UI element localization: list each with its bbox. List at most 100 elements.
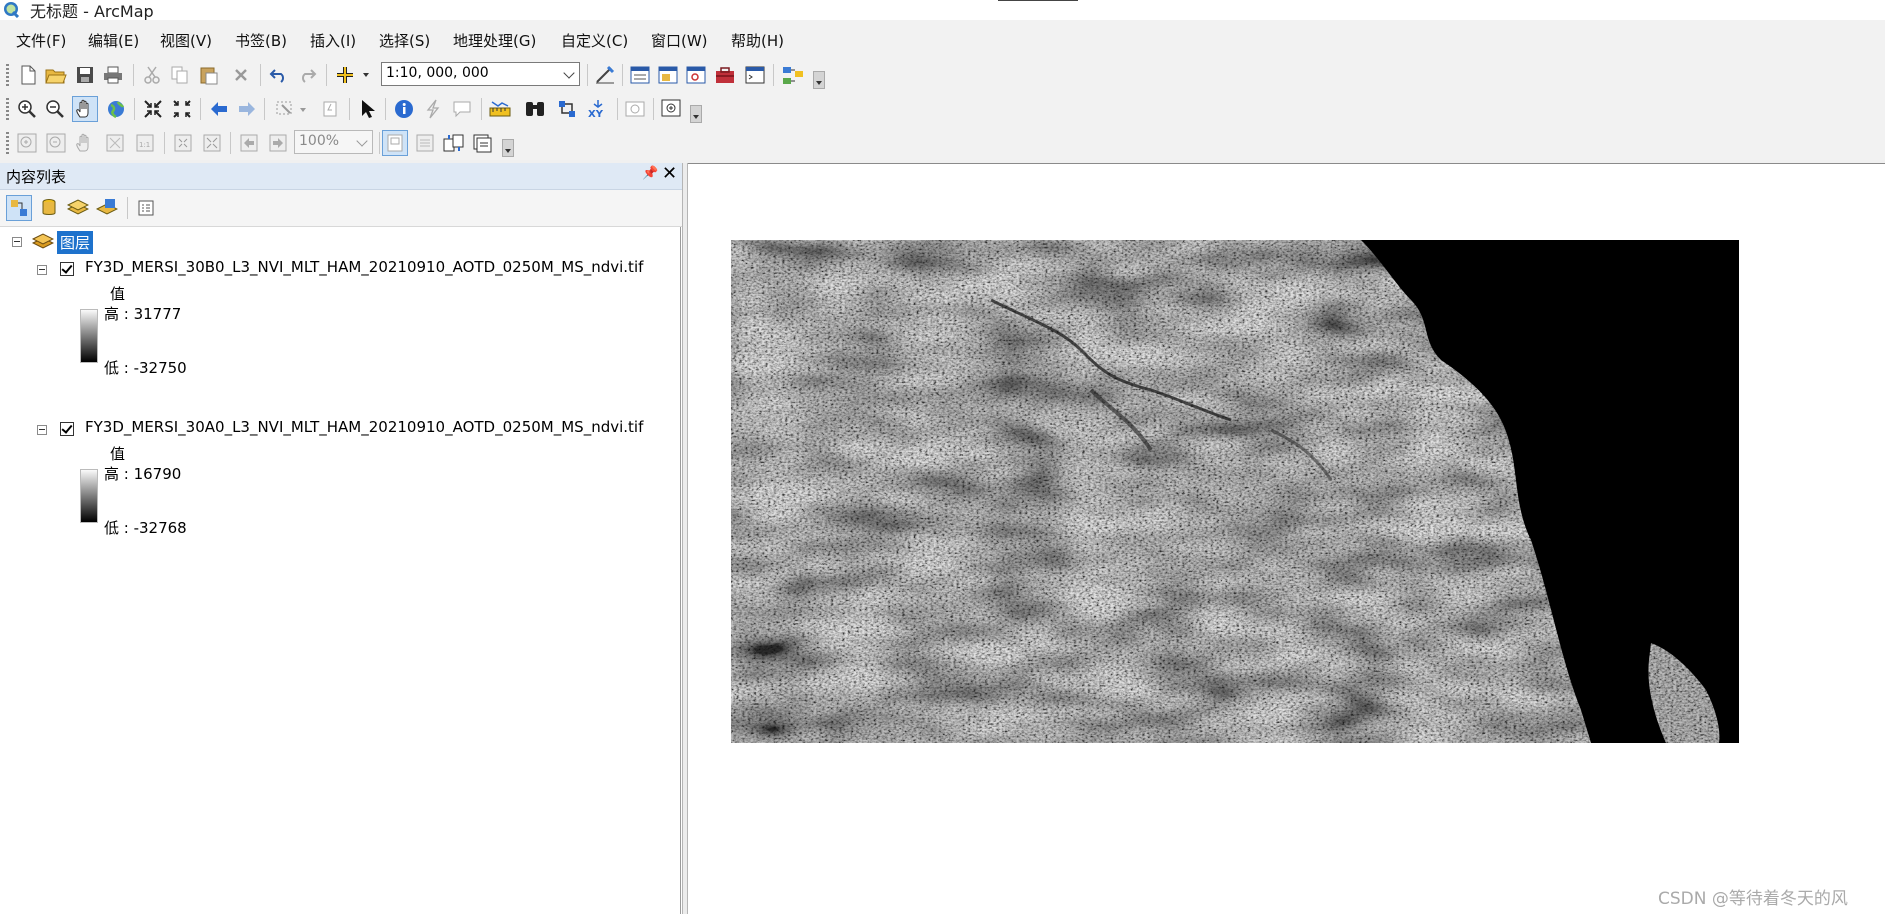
map-display[interactable] [688,163,1885,914]
cut-icon[interactable] [139,62,165,88]
chevron-down-icon[interactable] [563,67,575,79]
select-elements-icon[interactable] [355,96,381,122]
layer-visibility-checkbox[interactable] [60,262,74,276]
zoom-out-icon[interactable] [42,96,68,122]
fixed-zoom-in-layout-icon[interactable] [170,130,196,156]
menu-bookmarks[interactable]: 书签(B) [235,30,287,51]
html-popup-icon[interactable] [449,96,475,122]
open-folder-icon[interactable] [43,62,69,88]
list-by-selection-icon[interactable] [94,195,120,221]
create-viewer-window-icon[interactable] [659,96,685,122]
data-driven-pages-icon[interactable] [470,130,496,156]
focus-data-frame-icon[interactable] [412,130,438,156]
legend-color-ramp [80,469,98,523]
layers-root-label[interactable]: 图层 [57,231,94,254]
layer-name[interactable]: FY3D_MERSI_30A0_L3_NVI_MLT_HAM_20210910_… [85,418,643,436]
separator [653,98,654,120]
list-by-visibility-icon[interactable] [65,195,91,221]
svg-text:XY: XY [588,109,604,119]
list-by-drawing-order-icon[interactable] [6,195,32,221]
full-extent-globe-icon[interactable] [103,96,129,122]
toc-toolbar [0,190,682,227]
pan-hand-icon[interactable] [72,96,98,122]
arctoolbox-icon[interactable] [712,62,738,88]
menu-geoprocessing[interactable]: 地理处理(G) [453,30,536,51]
toolbar-grip[interactable] [6,64,9,86]
copy-icon[interactable] [167,62,193,88]
zoom-100-icon[interactable]: 1:1 [132,130,158,156]
measure-icon[interactable] [487,96,513,122]
menu-view[interactable]: 视图(V) [160,30,212,51]
fixed-zoom-out-icon[interactable] [169,96,195,122]
redo-icon[interactable] [294,62,320,88]
collapse-layer-toggle[interactable] [37,265,47,275]
go-to-xy-icon[interactable]: XY [584,96,610,122]
close-icon[interactable]: ✕ [662,163,677,184]
add-data-icon[interactable] [333,62,373,88]
menu-insert[interactable]: 插入(I) [310,30,356,51]
zoom-whole-page-icon[interactable] [102,130,128,156]
ndvi-raster-image [731,240,1739,743]
map-scale-combo[interactable]: 1:10, 000, 000 [381,62,580,86]
menu-help[interactable]: 帮助(H) [731,30,784,51]
layer-visibility-checkbox[interactable] [60,422,74,436]
find-icon[interactable] [522,96,548,122]
toolbar-overflow-button[interactable] [502,139,514,157]
legend-high-label: 高 : 31777 [104,305,182,323]
print-icon[interactable] [100,62,126,88]
delete-icon[interactable] [228,62,254,88]
menu-selection[interactable]: 选择(S) [379,30,430,51]
svg-text:1:1: 1:1 [139,141,150,149]
time-slider-icon[interactable] [622,96,648,122]
forward-extent-icon[interactable] [234,96,260,122]
fixed-zoom-out-layout-icon[interactable] [199,130,225,156]
identify-icon[interactable] [391,96,417,122]
hyperlink-icon[interactable] [420,96,446,122]
paste-icon[interactable] [196,62,222,88]
chevron-down-icon[interactable] [356,135,368,147]
find-route-icon[interactable] [554,96,580,122]
menu-bar: 文件(F) 编辑(E) 视图(V) 书签(B) 插入(I) 选择(S) 地理处理… [0,20,1885,60]
clear-selection-icon[interactable] [318,96,344,122]
map-scale-value: 1:10, 000, 000 [386,65,489,81]
layout-zoom-value: 100% [299,133,340,149]
menu-customize[interactable]: 自定义(C) [561,30,628,51]
layout-pan-icon[interactable] [72,130,98,156]
toolbar-grip[interactable] [6,132,9,154]
editor-toolbar-icon[interactable] [592,62,618,88]
save-icon[interactable] [72,62,98,88]
toc-options-icon[interactable] [133,195,159,221]
back-extent-icon[interactable] [206,96,232,122]
table-of-contents-icon[interactable] [627,62,653,88]
layout-zoom-out-icon[interactable] [43,130,69,156]
separator [617,98,618,120]
layout-zoom-combo[interactable]: 100% [294,130,373,154]
toggle-draft-mode-icon[interactable] [382,130,408,156]
pin-icon[interactable]: 📌 [642,166,658,181]
search-window-icon[interactable] [683,62,709,88]
undo-icon[interactable] [266,62,292,88]
select-features-icon[interactable] [272,96,312,122]
next-extent-icon[interactable] [265,130,291,156]
layout-zoom-in-icon[interactable] [14,130,40,156]
layer-name[interactable]: FY3D_MERSI_30B0_L3_NVI_MLT_HAM_20210910_… [85,258,643,276]
list-by-source-icon[interactable] [36,195,62,221]
layers-stack-icon [32,233,54,249]
change-layout-icon[interactable] [441,130,467,156]
menu-windows[interactable]: 窗口(W) [651,30,708,51]
catalog-icon[interactable] [655,62,681,88]
toolbar-overflow-button[interactable] [690,105,702,123]
menu-edit[interactable]: 编辑(E) [88,30,139,51]
python-window-icon[interactable] [742,62,768,88]
toolbar-grip[interactable] [6,98,9,120]
new-document-icon[interactable] [15,62,41,88]
layout-toolbar: 1:1 100% [0,126,1885,160]
model-builder-icon[interactable] [780,62,806,88]
menu-file[interactable]: 文件(F) [16,30,66,51]
toolbar-overflow-button[interactable] [813,71,825,89]
zoom-in-icon[interactable] [14,96,40,122]
collapse-root-toggle[interactable] [12,237,22,247]
previous-extent-icon[interactable] [236,130,262,156]
collapse-layer-toggle[interactable] [37,425,47,435]
fixed-zoom-in-icon[interactable] [140,96,166,122]
